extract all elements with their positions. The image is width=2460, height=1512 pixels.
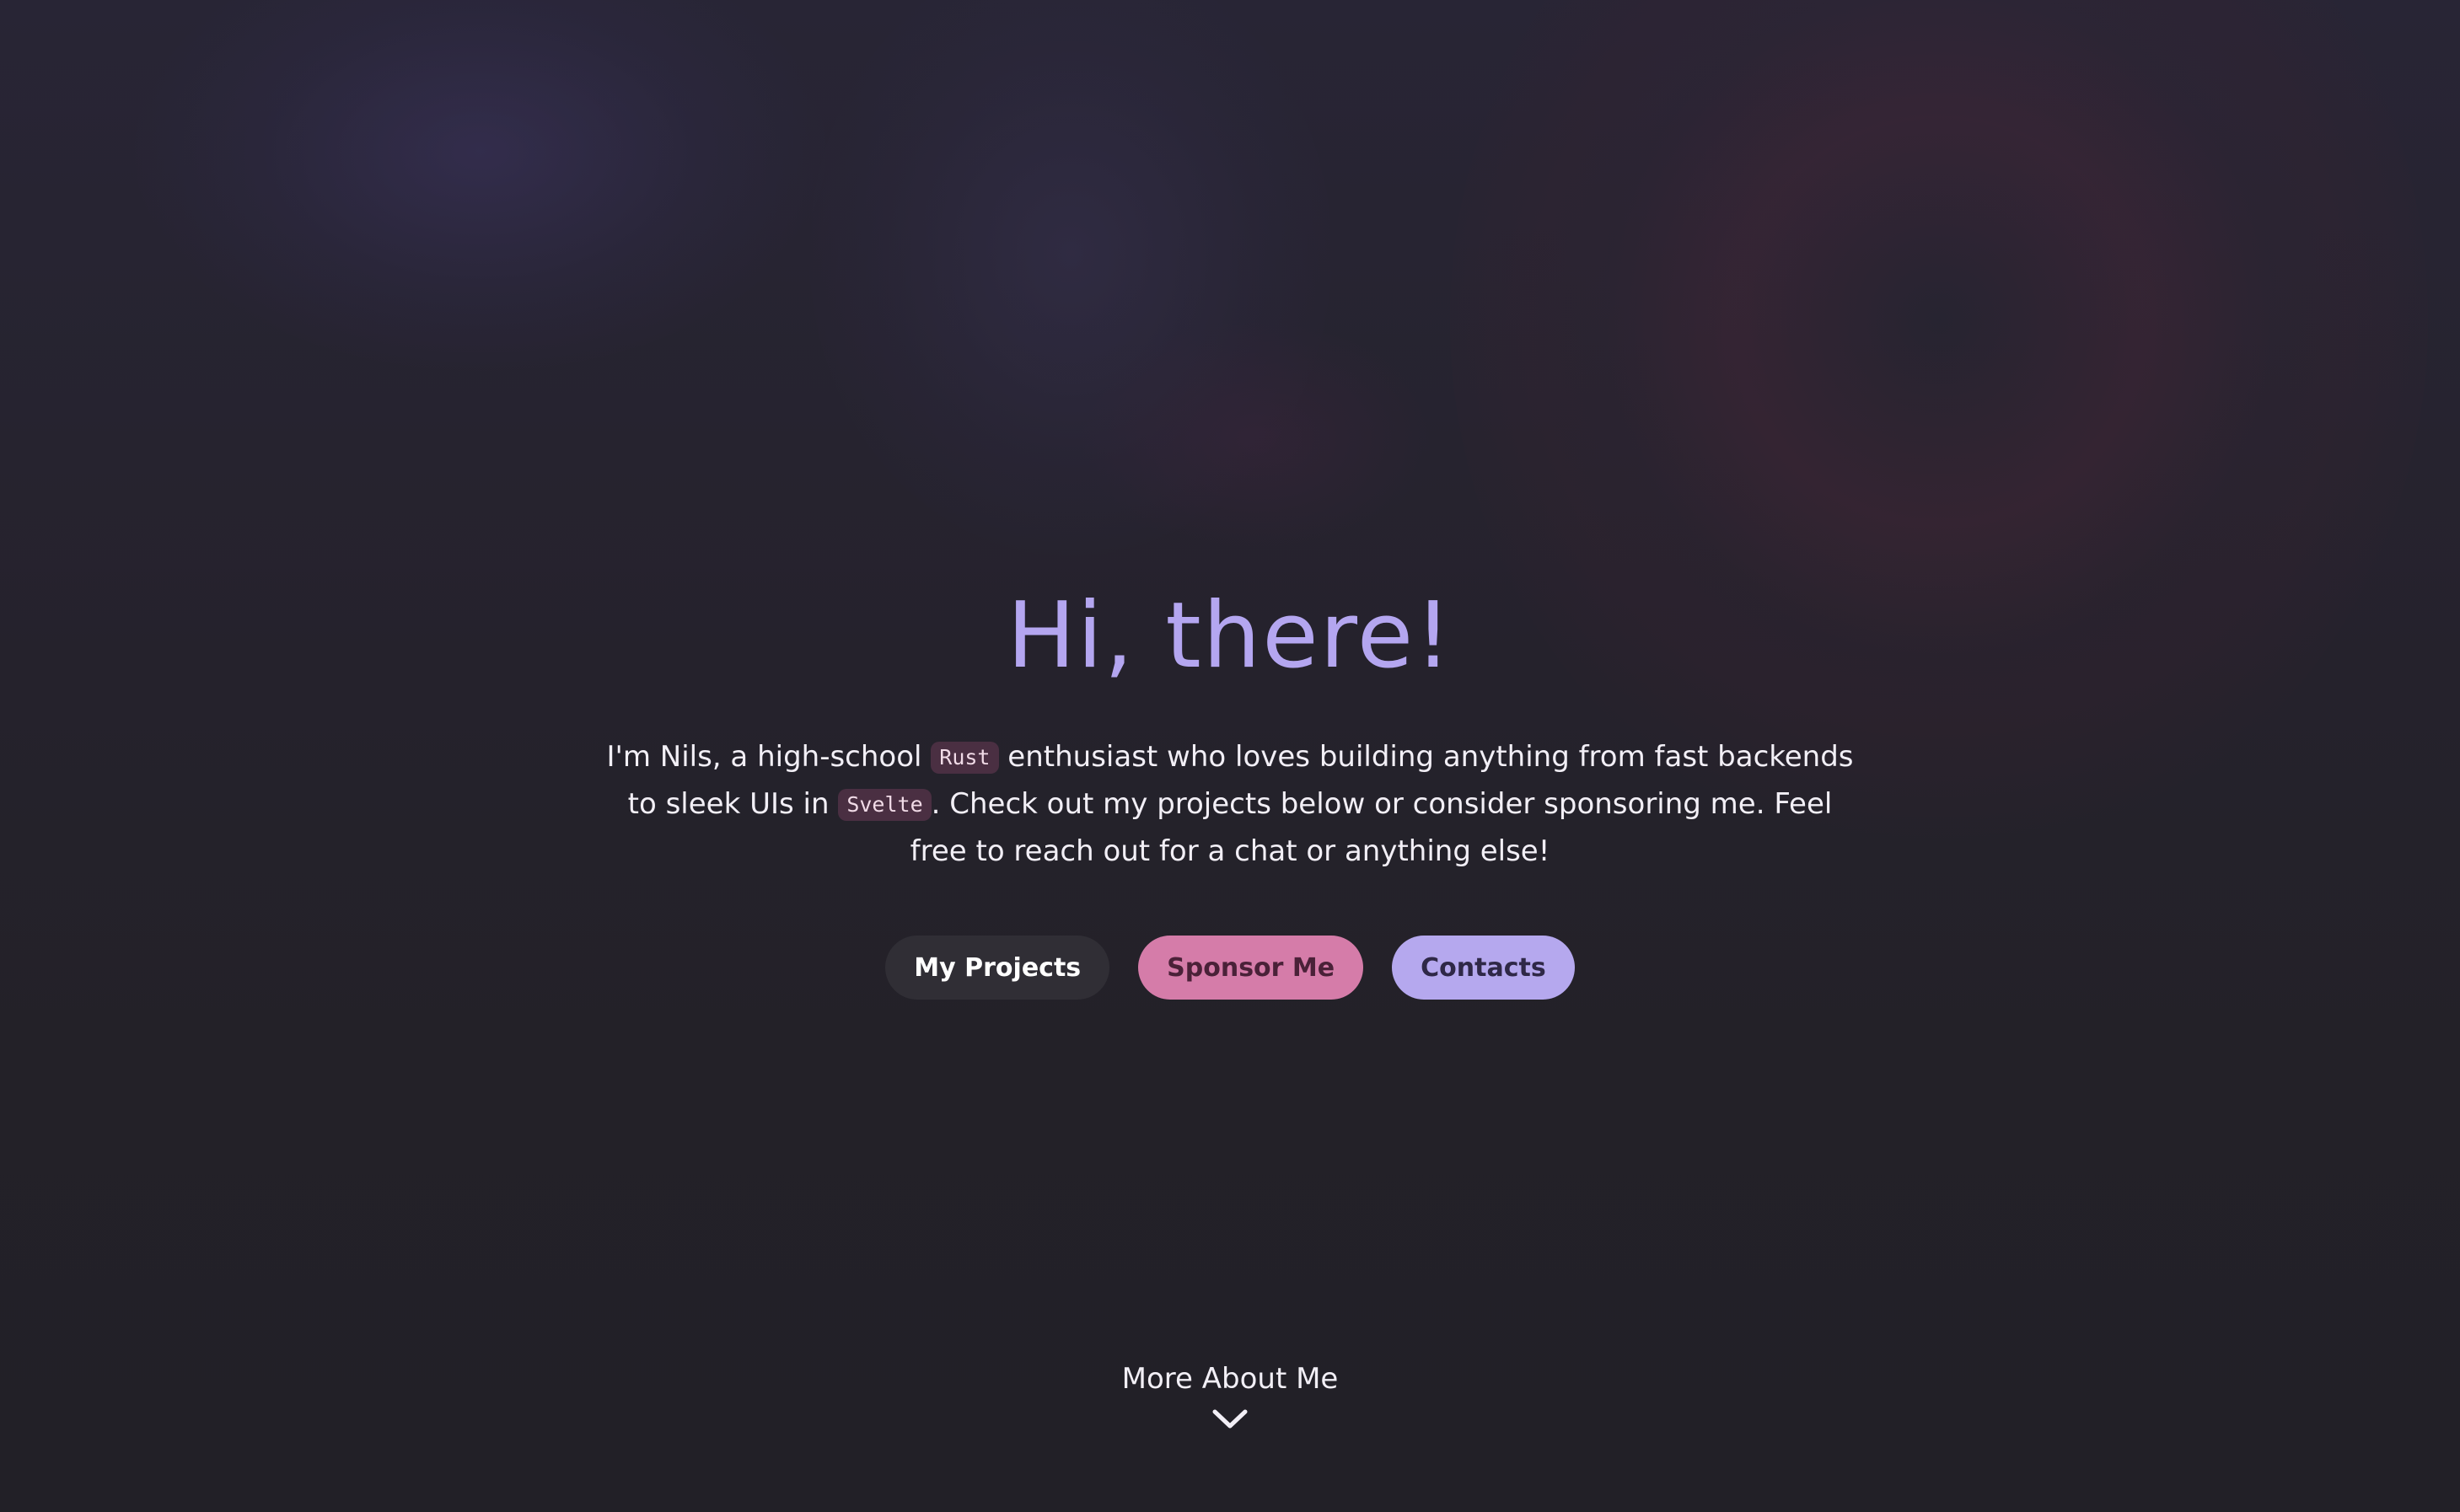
my-projects-button[interactable]: My Projects xyxy=(885,936,1110,1000)
background-blob xyxy=(1079,320,1433,556)
code-chip-svelte: Svelte xyxy=(838,789,932,821)
hero-section: Hi, there! I'm Nils, a high-school Rust … xyxy=(0,573,2460,1000)
intro-text: I'm Nils, a high-school Rust enthusiast … xyxy=(606,733,1854,875)
intro-text-part: I'm Nils, a high-school xyxy=(606,740,932,774)
background-blob xyxy=(809,0,1332,556)
hero-buttons: My Projects Sponsor Me Contacts xyxy=(0,936,2460,1000)
contacts-button[interactable]: Contacts xyxy=(1392,936,1575,1000)
chevron-down-icon xyxy=(1211,1407,1249,1434)
background-blob xyxy=(135,0,826,371)
more-about-me-label: More About Me xyxy=(1121,1362,1339,1396)
hero-title: Hi, there! xyxy=(1007,583,1453,689)
code-chip-rust: Rust xyxy=(931,742,999,774)
page: Hi, there! I'm Nils, a high-school Rust … xyxy=(0,0,2460,1512)
more-about-me-link[interactable]: More About Me xyxy=(0,1357,2460,1434)
intro-text-part: . Check out my projects below or conside… xyxy=(910,787,1833,868)
sponsor-me-button[interactable]: Sponsor Me xyxy=(1138,936,1364,1000)
